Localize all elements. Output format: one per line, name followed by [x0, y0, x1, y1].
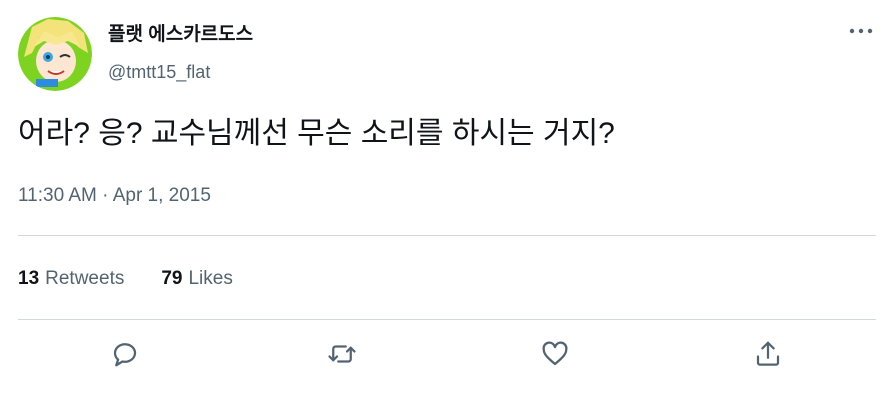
likes-label: Likes	[188, 268, 233, 289]
retweets-count: 13	[18, 268, 40, 289]
more-options-icon[interactable]	[846, 20, 876, 42]
retweets-label: Retweets	[45, 268, 125, 289]
author-handle[interactable]: @tmtt15_flat	[108, 60, 210, 84]
retweet-icon[interactable]	[325, 337, 359, 371]
divider-top	[18, 235, 876, 236]
share-icon[interactable]	[751, 337, 785, 371]
reply-icon[interactable]	[108, 337, 142, 371]
likes-count: 79	[161, 268, 183, 289]
avatar[interactable]	[18, 17, 92, 91]
like-icon[interactable]	[538, 337, 572, 371]
tweet-text: 어라? 응? 교수님께선 무슨 소리를 하시는 거지?	[18, 117, 615, 150]
tweet-stats: 13 Retweets 79 Likes	[18, 266, 233, 292]
author-display-name[interactable]: 플랫 에스카르도스	[108, 22, 253, 48]
tweet-timestamp[interactable]: 11:30 AM · Apr 1, 2015	[18, 183, 211, 209]
divider-bottom	[18, 319, 876, 320]
likes-stat[interactable]: 79 Likes	[161, 266, 233, 292]
retweets-stat[interactable]: 13 Retweets	[18, 266, 124, 292]
